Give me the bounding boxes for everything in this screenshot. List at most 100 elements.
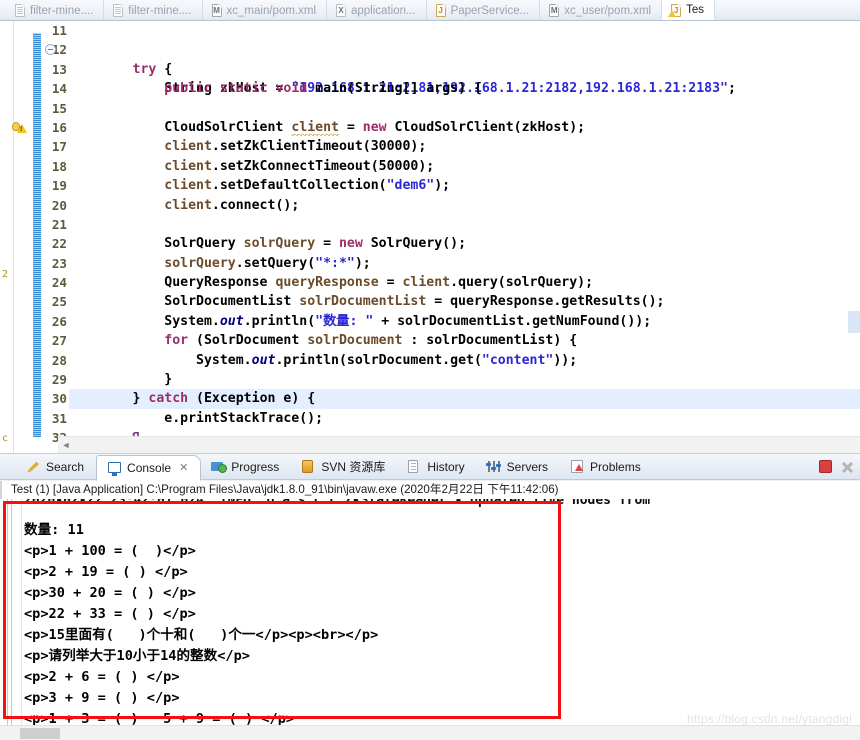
console-icon	[107, 461, 122, 476]
maven-file-icon: M	[211, 4, 222, 17]
line-number: 19	[51, 178, 67, 194]
line-number: 29	[51, 372, 67, 388]
line-number: 16	[51, 119, 67, 135]
pencil-icon	[26, 460, 41, 474]
code-line-current: } catch (Exception e) {	[69, 389, 860, 409]
view-tab-label: Problems	[590, 459, 641, 474]
overview-mark-1: 2	[2, 269, 9, 280]
editor-tab-application[interactable]: X application...	[327, 0, 427, 20]
line-number: 11	[51, 23, 67, 38]
line-number: 25	[51, 294, 67, 310]
code-line: System.out.println(solrDocument.get("con…	[69, 352, 578, 368]
editor-tab-filter-mine-2[interactable]: filter-mine....	[104, 0, 203, 20]
code-line: CloudSolrClient client = new CloudSolrCl…	[69, 119, 586, 136]
line-number: 14	[51, 81, 67, 97]
editor-tab-paperservice[interactable]: J PaperService...	[427, 0, 541, 20]
xml-file-icon: X	[335, 4, 347, 17]
view-tab-label: SVN 资源库	[321, 460, 386, 474]
change-bar	[33, 33, 41, 437]
view-tab-label: History	[427, 459, 465, 474]
tab-history[interactable]: History	[397, 454, 476, 480]
console-line: <p>3 + 9 = ( ) </p>	[24, 690, 180, 706]
history-icon	[407, 459, 422, 474]
editor-tab-filter-mine-1[interactable]: filter-mine....	[0, 0, 105, 20]
line-number: 26	[51, 313, 67, 329]
maven-file-icon: M	[549, 4, 560, 17]
editor-tab-bar: filter-mine.... filter-mine.... M xc_mai…	[0, 0, 860, 21]
editor-tab-label: PaperService...	[450, 4, 530, 17]
tab-problems[interactable]: Problems	[560, 454, 653, 480]
view-tab-bar: Search Console ✕ Progress SVN 资源库 Histor…	[0, 453, 860, 481]
console-launch-header: Test (1) [Java Application] C:\Program F…	[0, 481, 860, 499]
console-line: 数量: 11	[24, 522, 84, 538]
console-hscroll-thumb[interactable]	[20, 727, 60, 739]
editor-tab-xc-user-pom[interactable]: M xc_user/pom.xml	[540, 0, 663, 20]
file-icon	[14, 4, 26, 17]
editor-hscroll-track[interactable]	[74, 439, 860, 451]
code-line: try {	[132, 61, 173, 77]
line-number: 24	[51, 275, 67, 291]
line-number-gutter: 11 12 13 14 15 16 17 18 19 20 21 22 23 2…	[41, 21, 69, 453]
editor-vertical-scrollbar-thumb[interactable]	[848, 311, 860, 333]
close-icon[interactable]	[840, 460, 854, 474]
line-number: 28	[51, 352, 67, 368]
line-number: 23	[51, 255, 67, 271]
code-line: e.printStackTrace();	[69, 410, 324, 426]
tab-svn-repository[interactable]: SVN 资源库	[291, 454, 397, 480]
view-tab-label: Console	[127, 460, 172, 475]
console-output[interactable]: 2020-02-22 23:42:07.024 INFO o.a.s.c.c.Z…	[0, 499, 860, 725]
console-gutter	[0, 499, 22, 725]
stop-icon[interactable]	[819, 460, 832, 473]
code-line: for (SolrDocument solrDocument : solrDoc…	[164, 333, 578, 349]
java-warning-file-icon: J	[668, 3, 682, 17]
console-line-truncated: 2020-02-22 23:42:07.024 INFO o.a.s.c.c.Z…	[24, 499, 651, 508]
warning-icon	[12, 121, 28, 135]
editor-tab-test[interactable]: J Tes	[662, 0, 716, 20]
watermark: https://blog.csdn.net/ytangdigl	[687, 712, 852, 726]
editor-tab-label: Tes	[686, 4, 705, 16]
view-tab-label: Servers	[506, 459, 549, 474]
svn-icon	[301, 459, 316, 474]
line-number: 13	[51, 61, 67, 77]
scroll-left-arrow[interactable]: ◄	[58, 438, 74, 453]
servers-icon	[486, 460, 502, 474]
code-line: client.setDefaultCollection("dem6");	[164, 178, 451, 194]
console-line: <p>22 + 33 = ( ) </p>	[24, 606, 196, 622]
code-line: SolrQuery solrQuery = new SolrQuery();	[69, 236, 467, 252]
file-icon	[112, 4, 124, 17]
tab-servers[interactable]: Servers	[477, 454, 560, 480]
code-editor[interactable]: 2 c 11 12 13 14 15 16 17 18 19 20 2	[0, 21, 860, 453]
editor-tab-label: filter-mine....	[30, 4, 94, 17]
console-line: <p>15里面有( )个十和( )个一</p><p><br></p>	[24, 627, 379, 643]
tab-console[interactable]: Console ✕	[96, 454, 202, 481]
editor-horizontal-scrollbar[interactable]: ◄	[58, 436, 860, 453]
view-tab-label: Progress	[231, 459, 280, 474]
line-number: 21	[51, 216, 67, 232]
editor-tab-xc-main-pom[interactable]: M xc_main/pom.xml	[203, 0, 327, 20]
code-text-area[interactable]: public static void main(String[] args) {…	[45, 21, 860, 453]
tab-progress[interactable]: Progress	[201, 454, 291, 480]
view-toolbar	[819, 460, 860, 474]
overview-mark-2: c	[2, 433, 9, 444]
close-icon[interactable]: ✕	[179, 461, 188, 474]
editor-tab-label: xc_main/pom.xml	[226, 4, 316, 17]
line-number: 17	[51, 139, 67, 155]
console-line-list: 2020-02-22 23:42:07.024 INFO o.a.s.c.c.Z…	[24, 499, 860, 725]
editor-tab-label: filter-mine....	[128, 4, 192, 17]
eclipse-ide-window: filter-mine.... filter-mine.... M xc_mai…	[0, 0, 860, 740]
line-number: 31	[51, 410, 67, 426]
line-number: 22	[51, 236, 67, 252]
tab-search[interactable]: Search	[16, 454, 96, 480]
code-line: SolrDocumentList solrDocumentList = quer…	[69, 294, 665, 310]
code-line: solrQuery.setQuery("*:*");	[164, 255, 371, 271]
editor-tab-label: xc_user/pom.xml	[564, 4, 652, 17]
warning-marker[interactable]	[12, 118, 33, 137]
console-line: <p>2 + 6 = ( ) </p>	[24, 669, 180, 685]
editor-marker-column[interactable]	[12, 21, 33, 453]
problems-icon	[570, 459, 585, 474]
code-line: public static void main(String[] args) {	[45, 40, 860, 96]
code-line: }	[69, 372, 173, 388]
console-horizontal-scrollbar[interactable]	[0, 725, 860, 740]
